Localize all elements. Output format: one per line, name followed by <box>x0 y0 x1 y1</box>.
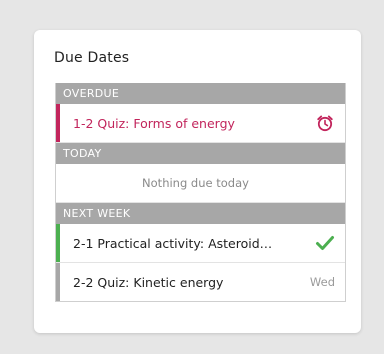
list-item-practical-activity[interactable]: 2-1 Practical activity: Asteroid… <box>56 224 345 263</box>
overdue-accent-bar <box>56 104 60 142</box>
item-title: 2-1 Practical activity: Asteroid… <box>73 235 273 251</box>
due-dates-list: OVERDUE 1-2 Quiz: Forms of energy TODAY … <box>55 83 346 302</box>
section-header-next-week: NEXT WEEK <box>56 203 345 224</box>
section-header-overdue: OVERDUE <box>56 83 345 104</box>
list-item-overdue-quiz[interactable]: 1-2 Quiz: Forms of energy <box>56 104 345 143</box>
section-header-today: TODAY <box>56 143 345 164</box>
due-day-label: Wed <box>309 275 335 289</box>
list-item-kinetic-quiz[interactable]: 2-2 Quiz: Kinetic energy Wed <box>56 263 345 301</box>
neutral-accent-bar <box>56 263 60 301</box>
checkmark-icon <box>315 234 335 252</box>
item-title: 2-2 Quiz: Kinetic energy <box>73 274 224 290</box>
empty-state-today: Nothing due today <box>56 164 345 203</box>
due-dates-card: Due Dates OVERDUE 1-2 Quiz: Forms of ene… <box>34 30 361 333</box>
complete-accent-bar <box>56 224 60 262</box>
card-title: Due Dates <box>54 50 130 66</box>
alarm-clock-icon <box>315 113 335 133</box>
item-title: 1-2 Quiz: Forms of energy <box>73 115 235 131</box>
